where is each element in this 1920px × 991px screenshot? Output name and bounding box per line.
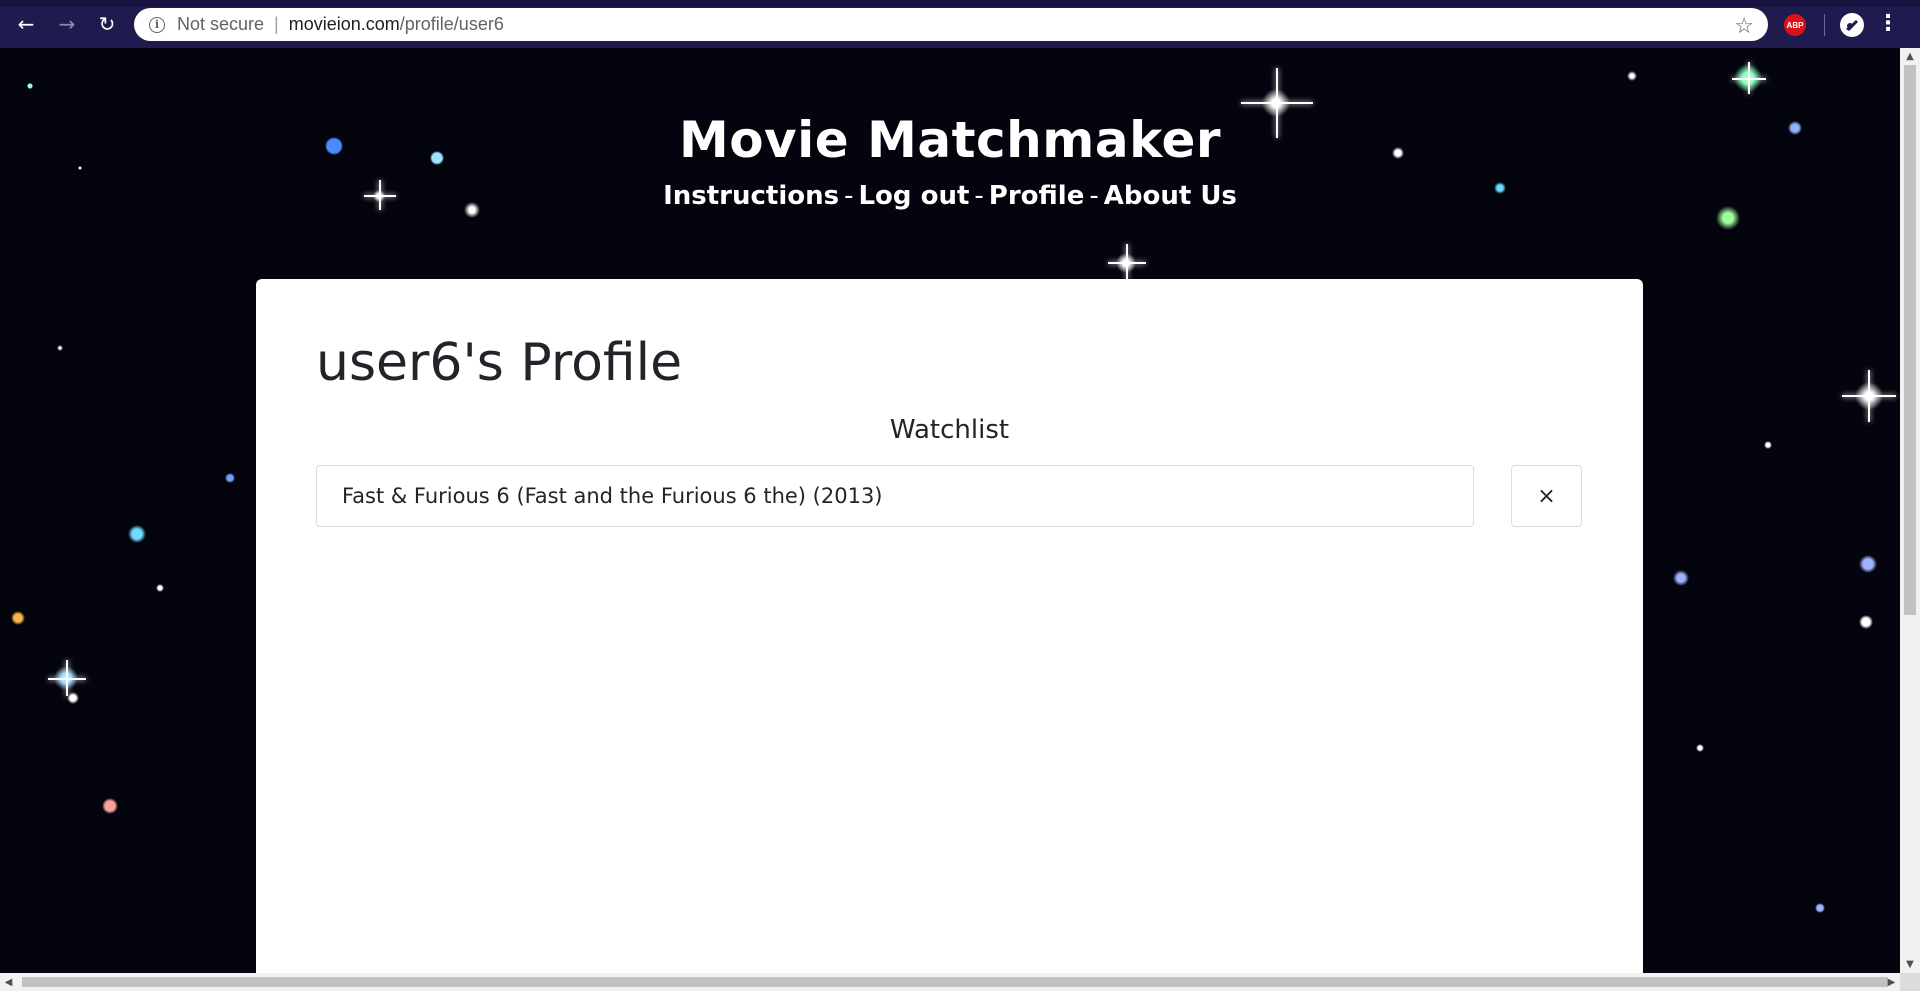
profile-avatar-icon[interactable] [1840,13,1864,37]
reload-button[interactable]: ↻ [93,12,121,36]
browser-toolbar: ← → ↻ i Not secure | movieion.com/profil… [0,0,1920,48]
toolbar-divider [1824,14,1825,36]
watchlist-item-title: Fast & Furious 6 (Fast and the Furious 6… [342,484,883,508]
adblock-extension-icon[interactable]: ABP [1784,14,1806,36]
site-title: Movie Matchmaker [678,111,1222,169]
scroll-down-arrow-icon[interactable]: ▼ [1900,956,1920,973]
back-button[interactable]: ← [12,12,40,36]
kebab-menu-icon: ⋮ [1877,11,1899,36]
vertical-scrollbar[interactable]: ▲ ▼ [1900,48,1920,973]
reload-icon: ↻ [98,12,116,36]
star-sparkle [1241,102,1313,104]
nav-about-link[interactable]: About Us [1104,181,1237,211]
nav-separator: - [974,181,984,211]
scroll-up-arrow-icon[interactable]: ▲ [1900,48,1920,65]
star-sparkle [48,678,86,680]
scrollbar-corner [1900,973,1920,991]
url-host[interactable]: movieion.com [289,14,400,35]
nav-instructions-link[interactable]: Instructions [663,181,839,211]
star-sparkle [1108,262,1146,264]
watchlist-heading: Watchlist [889,415,1010,445]
scroll-right-arrow-icon[interactable]: ▶ [1883,973,1900,991]
vertical-scroll-thumb[interactable] [1904,65,1916,615]
horizontal-scroll-thumb[interactable] [22,977,1888,987]
star-sparkle [1732,78,1766,80]
close-icon: × [1537,483,1556,509]
star-sparkle [1842,395,1896,397]
scroll-left-arrow-icon[interactable]: ◀ [0,973,17,991]
site-nav: Instructions - Log out - Profile - About Us [0,180,1900,212]
profile-glyph-icon [1846,20,1858,31]
horizontal-scrollbar[interactable]: ◀ ▶ [0,973,1900,991]
watchlist-item[interactable]: Fast & Furious 6 (Fast and the Furious 6… [316,465,1474,527]
remove-watchlist-item-button[interactable]: × [1511,465,1582,527]
forward-arrow-icon: → [58,12,76,36]
bookmark-star-icon[interactable]: ☆ [1734,13,1754,39]
profile-title: user6's Profile [316,333,683,393]
page-viewport: Movie Matchmaker Instructions - Log out - Pr… [0,48,1900,973]
nav-profile-link[interactable]: Profile [989,181,1085,211]
forward-button[interactable]: → [53,12,81,36]
info-icon[interactable]: i [149,16,165,33]
nav-logout-link[interactable]: Log out [858,181,969,211]
browser-menu-button[interactable]: ⋮ [1877,12,1899,36]
site-header: Movie Matchmaker Instructions - Log out - Pr… [0,110,1900,212]
profile-card: user6's Profile Watchlist Fast & Furious… [256,279,1643,973]
tab-strip [0,0,1920,7]
address-separator: | [274,14,279,34]
nav-separator: - [1089,181,1099,211]
address-bar[interactable]: i Not secure | movieion.com/profile/user… [134,8,1768,41]
security-status[interactable]: Not secure [177,14,264,35]
url-path[interactable]: /profile/user6 [400,14,504,35]
back-arrow-icon: ← [17,12,35,36]
nav-separator: - [844,181,854,211]
